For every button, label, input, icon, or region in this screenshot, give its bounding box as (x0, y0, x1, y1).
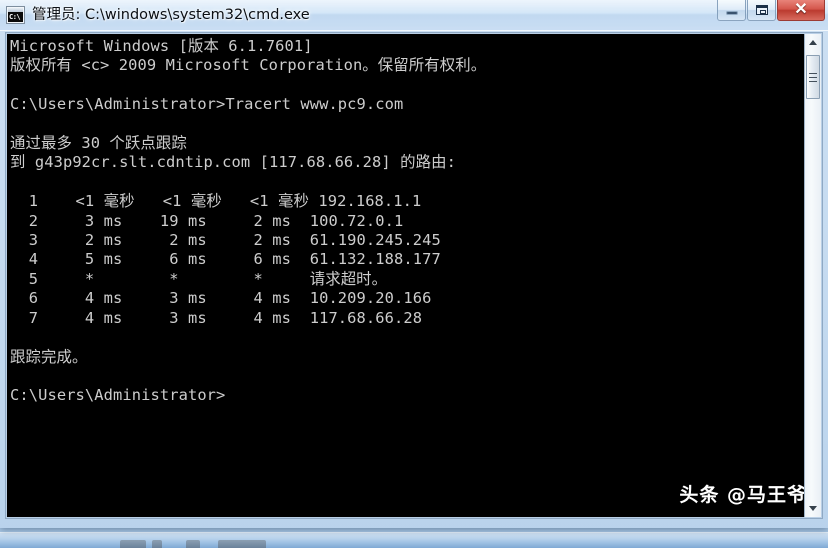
scroll-down-arrow[interactable] (805, 500, 821, 517)
scrollbar-thumb[interactable] (806, 55, 820, 99)
minimize-button[interactable] (717, 0, 746, 21)
close-button[interactable]: ✕ (777, 0, 825, 21)
scrollbar-grip-icon (809, 71, 817, 83)
cmd-icon-text: C:\ (9, 13, 21, 21)
chevron-up-icon (809, 40, 817, 45)
console-client-area: Microsoft Windows [版本 6.1.7601] 版权所有 <c>… (5, 32, 823, 519)
chevron-down-icon (809, 506, 817, 511)
console-surface[interactable]: Microsoft Windows [版本 6.1.7601] 版权所有 <c>… (7, 34, 821, 517)
taskbar[interactable] (0, 532, 828, 548)
close-icon: ✕ (794, 1, 808, 18)
console-output-text: Microsoft Windows [版本 6.1.7601] 版权所有 <c>… (10, 37, 487, 405)
watermark: 头条 @马王爷 (679, 484, 807, 506)
restore-button[interactable] (747, 0, 776, 21)
restore-icon (755, 5, 768, 15)
cmd-window: C:\ 管理员: C:\windows\system32\cmd.exe ✕ M… (0, 0, 828, 528)
minimize-icon (726, 11, 737, 15)
cmd-console-icon: C:\ (6, 6, 25, 24)
window-title: 管理员: C:\windows\system32\cmd.exe (32, 7, 310, 23)
vertical-scrollbar[interactable] (804, 34, 821, 517)
window-titlebar[interactable]: C:\ 管理员: C:\windows\system32\cmd.exe ✕ (0, 0, 828, 31)
window-controls: ✕ (716, 0, 825, 22)
scroll-up-arrow[interactable] (805, 34, 821, 51)
